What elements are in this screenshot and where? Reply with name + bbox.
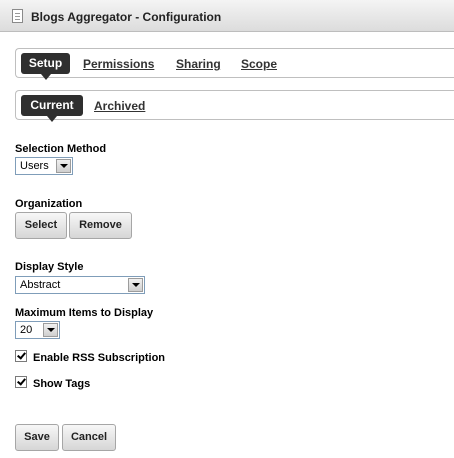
display-style-select[interactable]: Abstract [15, 276, 145, 294]
sub-tab-bar: Current Archived [15, 90, 454, 122]
organization-label: Organization [15, 198, 83, 210]
window-title: Blogs Aggregator - Configuration [31, 10, 222, 24]
rss-checkbox[interactable] [15, 350, 27, 362]
max-items-select[interactable]: 20 [15, 321, 60, 339]
page-icon [12, 9, 23, 23]
tab-scope[interactable]: Scope [241, 57, 277, 71]
main-tab-bar: Setup Permissions Sharing Scope [15, 48, 454, 80]
tab-sharing[interactable]: Sharing [176, 57, 221, 71]
selection-method-label: Selection Method [15, 143, 107, 155]
tab-archived[interactable]: Archived [94, 99, 145, 113]
display-style-label: Display Style [15, 261, 84, 273]
tab-setup[interactable]: Setup [21, 53, 70, 80]
save-button[interactable]: Save [15, 424, 59, 451]
tab-permissions[interactable]: Permissions [83, 57, 154, 71]
chevron-down-icon [43, 323, 58, 337]
selection-method-select[interactable]: Users [15, 157, 73, 175]
selection-method-value: Users [20, 160, 49, 172]
max-items-value: 20 [20, 324, 33, 336]
select-button[interactable]: Select [15, 212, 67, 239]
display-style-value: Abstract [20, 279, 61, 291]
max-items-label: Maximum Items to Display [15, 307, 154, 319]
rss-label: Enable RSS Subscription [33, 352, 166, 364]
show-tags-label: Show Tags [33, 378, 91, 390]
remove-button[interactable]: Remove [69, 212, 132, 239]
cancel-button[interactable]: Cancel [62, 424, 116, 451]
title-bar: Blogs Aggregator - Configuration [0, 0, 454, 32]
chevron-down-icon [128, 278, 143, 292]
chevron-down-icon [56, 159, 71, 173]
tab-current[interactable]: Current [21, 95, 83, 122]
show-tags-checkbox[interactable] [15, 376, 27, 388]
